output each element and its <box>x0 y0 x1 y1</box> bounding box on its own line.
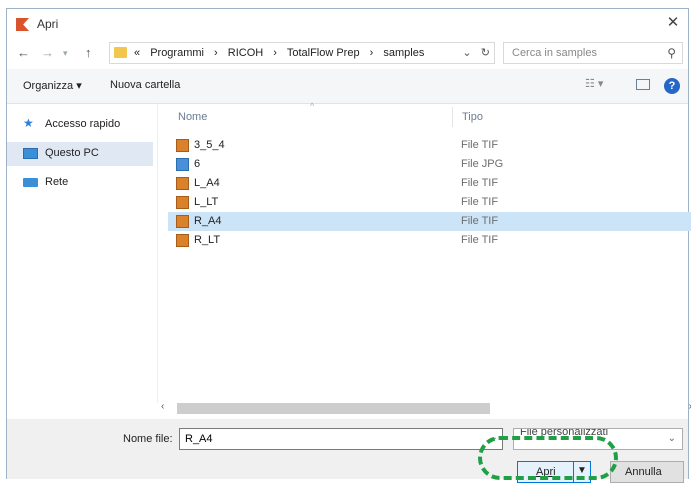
title-bar: Apri ✕ <box>7 9 688 39</box>
column-divider[interactable] <box>452 107 453 127</box>
network-icon <box>23 178 38 187</box>
search-icon[interactable]: ⚲ <box>667 46 676 60</box>
scroll-left-icon[interactable]: ‹ <box>161 401 164 412</box>
address-dropdown-icon[interactable]: ⌄ <box>462 47 471 59</box>
breadcrumb: « Programmi › RICOH › TotalFlow Prep › s… <box>134 47 431 59</box>
search-placeholder: Cerca in samples <box>512 47 597 59</box>
forward-arrow-icon[interactable]: → <box>41 45 54 60</box>
cancel-button[interactable]: Annulla <box>610 461 684 483</box>
refresh-icon[interactable]: ↻ <box>481 47 490 59</box>
filename-input[interactable] <box>183 432 477 446</box>
sidebar-item-label: Rete <box>45 176 69 188</box>
navigation-bar: ← → ▾ ↑ « Programmi › RICOH › TotalFlow … <box>7 41 688 67</box>
file-name: 3_5_4 <box>194 139 225 151</box>
help-icon[interactable]: ? <box>664 78 680 94</box>
file-name: R_A4 <box>194 215 222 227</box>
up-arrow-icon[interactable]: ↑ <box>85 45 92 60</box>
organize-menu-button[interactable]: Organizza ▾ <box>23 79 82 92</box>
preview-pane-icon[interactable] <box>636 79 650 90</box>
breadcrumb-separator[interactable]: › <box>273 47 277 59</box>
list-item[interactable]: R_LT File TIF <box>168 231 691 250</box>
sidebar-item-label: Accesso rapido <box>45 118 121 130</box>
list-item[interactable]: L_A4 File TIF <box>168 174 691 193</box>
breadcrumb-separator[interactable]: › <box>370 47 374 59</box>
recent-locations-icon[interactable]: ▾ <box>63 48 68 59</box>
open-file-dialog: Apri ✕ ← → ▾ ↑ « Programmi › RICOH › Tot… <box>6 8 691 483</box>
jpg-file-icon <box>176 158 189 171</box>
view-options-icon[interactable]: ☷ ▾ <box>585 77 603 90</box>
list-item[interactable]: 3_5_4 File TIF <box>168 136 691 155</box>
breadcrumb-samples[interactable]: samples <box>383 47 424 59</box>
breadcrumb-ricoh[interactable]: RICOH <box>228 47 263 59</box>
file-type: File JPG <box>461 158 504 170</box>
command-toolbar: Organizza ▾ Nuova cartella ☷ ▾ ? <box>7 69 688 104</box>
search-input[interactable]: Cerca in samples ⚲ <box>503 42 683 64</box>
breadcrumb-separator[interactable]: › <box>214 47 218 59</box>
filename-field[interactable]: ⌄ <box>179 428 503 450</box>
folder-icon <box>114 47 127 58</box>
scrollbar-thumb[interactable] <box>177 403 490 414</box>
tif-file-icon <box>176 196 189 209</box>
new-folder-button[interactable]: Nuova cartella <box>110 79 180 91</box>
star-icon: ★ <box>23 116 34 130</box>
list-item-selected[interactable]: R_A4 File TIF <box>168 212 691 231</box>
tif-file-icon <box>176 234 189 247</box>
tif-file-icon <box>176 139 189 152</box>
chevron-down-icon[interactable]: ⌄ <box>668 433 676 444</box>
file-type: File TIF <box>461 215 499 227</box>
file-name: L_LT <box>194 196 219 208</box>
sort-ascending-icon: ^ <box>310 101 315 111</box>
file-name: L_A4 <box>194 177 220 189</box>
file-type: File TIF <box>461 234 499 246</box>
address-bar[interactable]: « Programmi › RICOH › TotalFlow Prep › s… <box>109 42 495 64</box>
computer-icon <box>23 148 38 159</box>
file-type: File TIF <box>461 196 499 208</box>
tif-file-icon <box>176 215 189 228</box>
column-header-name[interactable]: Nome <box>178 111 207 123</box>
navigation-pane: ★ Accesso rapido Questo PC Rete <box>7 105 157 405</box>
window-title: Apri <box>37 17 59 31</box>
cancel-button-label: Annulla <box>625 466 662 478</box>
sidebar-item-network[interactable]: Rete <box>7 171 153 195</box>
file-type: File TIF <box>461 139 499 151</box>
file-name: R_LT <box>194 234 221 246</box>
column-header-type[interactable]: Tipo <box>462 111 483 123</box>
back-arrow-icon[interactable]: ← <box>17 45 30 60</box>
breadcrumb-overflow[interactable]: « <box>134 47 140 59</box>
tif-file-icon <box>176 177 189 190</box>
list-item[interactable]: L_LT File TIF <box>168 193 691 212</box>
file-name: 6 <box>194 158 201 170</box>
sidebar-item-this-pc[interactable]: Questo PC <box>7 142 153 166</box>
breadcrumb-programmi[interactable]: Programmi <box>150 47 204 59</box>
list-item[interactable]: 6 File JPG <box>168 155 691 174</box>
file-list: Nome ^ Tipo 3_5_4 File TIF 6 File JPG L_… <box>157 101 691 403</box>
sidebar-item-label: Questo PC <box>45 147 99 159</box>
open-button-highlight <box>478 436 618 480</box>
app-logo-icon <box>16 18 29 31</box>
horizontal-scrollbar[interactable]: ‹ › <box>157 401 691 417</box>
sidebar-item-quick-access[interactable]: ★ Accesso rapido <box>7 113 153 137</box>
filename-label: Nome file: <box>123 433 173 445</box>
file-type: File TIF <box>461 177 499 189</box>
close-icon[interactable]: ✕ <box>662 13 684 33</box>
breadcrumb-totalflow-prep[interactable]: TotalFlow Prep <box>287 47 360 59</box>
